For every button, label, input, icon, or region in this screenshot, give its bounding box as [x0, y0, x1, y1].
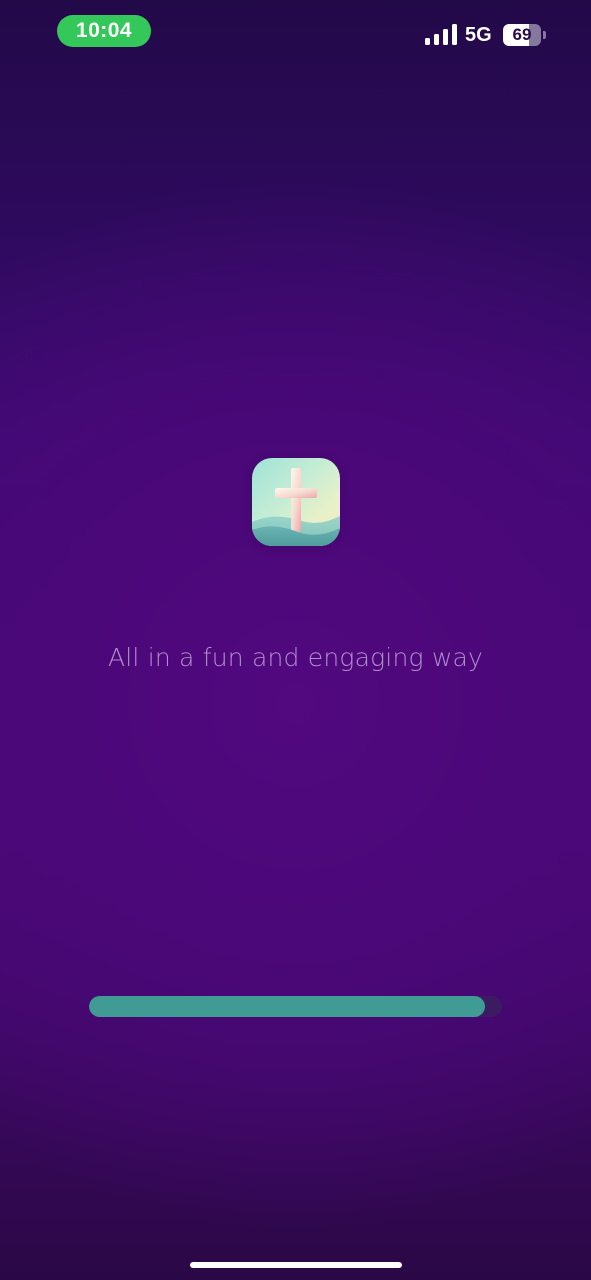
signal-bar — [452, 24, 457, 45]
signal-bar — [425, 38, 430, 45]
signal-bar — [434, 34, 439, 45]
battery-tip — [543, 31, 546, 39]
splash-tagline: All in a fun and engaging way — [107, 643, 483, 672]
cellular-signal-icon — [425, 24, 457, 45]
network-type: 5G — [465, 24, 492, 46]
cross-app-logo-icon — [252, 458, 340, 546]
loading-progress-fill — [89, 996, 486, 1017]
status-bar: 10:04 5G 69 — [0, 0, 591, 62]
cross-logo-graphic — [252, 468, 340, 546]
loading-progress-bar — [89, 996, 502, 1017]
signal-bar — [443, 29, 448, 45]
battery-level: 69 — [512, 25, 532, 44]
status-time[interactable]: 10:04 — [57, 15, 151, 47]
battery-icon: 69 — [503, 24, 541, 46]
home-indicator[interactable] — [190, 1262, 402, 1268]
